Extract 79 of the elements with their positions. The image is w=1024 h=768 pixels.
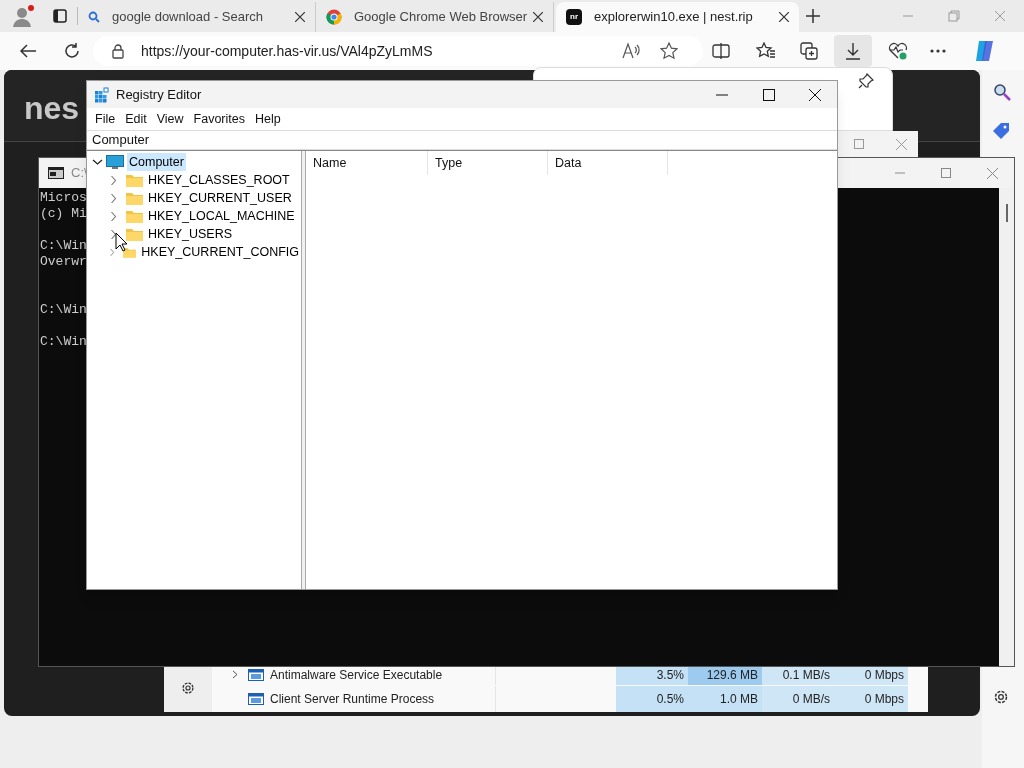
- star-icon[interactable]: [660, 42, 678, 60]
- table-cell-text: 1.0 MB: [720, 691, 758, 708]
- folder-icon: [126, 209, 143, 223]
- refresh-icon[interactable]: [63, 42, 81, 60]
- app-icon: [248, 668, 264, 681]
- search-icon[interactable]: [993, 83, 1011, 101]
- pin-icon[interactable]: [858, 73, 874, 89]
- site-icon: nr: [566, 9, 582, 25]
- lock-icon: [111, 43, 125, 59]
- table-cell-text: 0 Mbps: [864, 691, 904, 708]
- url-text: https://your-computer.has-vir.us/VAl4pZyLmMS: [141, 41, 433, 61]
- chrome-icon: [326, 9, 342, 25]
- tree-item[interactable]: HKEY_USERS: [146, 224, 235, 244]
- app-icon: [248, 693, 264, 705]
- maximize-icon[interactable]: [763, 88, 775, 101]
- process-name: Antimalware Service Executable: [270, 666, 443, 684]
- health-icon[interactable]: [888, 42, 908, 60]
- tree-item[interactable]: Computer: [127, 152, 186, 172]
- console-line: C:\Win: [40, 302, 87, 318]
- menu-item[interactable]: View: [152, 109, 188, 129]
- console-line: Overwr: [40, 254, 87, 270]
- settings-icon[interactable]: [180, 680, 196, 696]
- process-name: Client Server Runtime Process: [270, 691, 435, 708]
- profile-icon[interactable]: [11, 4, 35, 28]
- sidebar-toggle-icon[interactable]: [53, 9, 67, 23]
- folder-icon: [126, 227, 143, 241]
- split-screen-icon[interactable]: [712, 43, 730, 59]
- table-cell-text: 0.5%: [656, 691, 684, 708]
- tree-item[interactable]: HKEY_LOCAL_MACHINE: [146, 206, 297, 226]
- tree-item[interactable]: HKEY_CLASSES_ROOT: [146, 170, 292, 190]
- folder-icon: [126, 173, 143, 187]
- console-icon: [48, 167, 64, 179]
- read-aloud-icon[interactable]: [621, 42, 641, 60]
- settings-icon[interactable]: [992, 688, 1010, 706]
- collections-icon[interactable]: [800, 42, 818, 60]
- table-cell-text: 3.5%: [656, 666, 684, 684]
- console-line: C:\Win: [40, 238, 87, 254]
- console-line: (c) Mi: [40, 206, 87, 222]
- scrollbar-thumb[interactable]: [1005, 204, 1008, 222]
- menu-item[interactable]: Favorites: [189, 109, 249, 129]
- column-header[interactable]: Type: [428, 151, 548, 175]
- folder-icon: [126, 191, 143, 205]
- logo-text: nes: [24, 89, 80, 128]
- folder-icon: [123, 245, 137, 259]
- download-icon: [845, 42, 861, 60]
- chevron-right-icon: [232, 670, 238, 679]
- back-icon[interactable]: [19, 42, 37, 60]
- scrollbar[interactable]: [999, 188, 1014, 666]
- close-icon: [533, 12, 543, 22]
- close-icon[interactable]: [809, 88, 821, 101]
- close-icon: [295, 12, 305, 22]
- downloads-button[interactable]: [834, 35, 872, 67]
- close-icon: [779, 12, 789, 22]
- column-header[interactable]: Name: [306, 151, 428, 175]
- tag-icon[interactable]: [992, 122, 1010, 140]
- favorites-icon[interactable]: [756, 42, 776, 60]
- table-cell-text: 129.6 MB: [706, 666, 758, 684]
- new-tab-icon[interactable]: [805, 8, 821, 24]
- console-line: Micros: [40, 190, 87, 206]
- browser-tab[interactable]: nr explorerwin10.exe | nest.rip: [556, 2, 799, 32]
- chevron-down-icon[interactable]: [92, 157, 103, 167]
- tree-item[interactable]: HKEY_CURRENT_CONFIG: [139, 242, 301, 262]
- address-field[interactable]: Computer: [87, 130, 837, 150]
- registry-icon: [94, 86, 110, 103]
- menu-item[interactable]: Edit: [121, 109, 151, 129]
- table-cell-text: 0.1 MB/s: [782, 666, 830, 684]
- window-title: Registry Editor: [116, 85, 202, 104]
- monitor-icon: [106, 155, 124, 169]
- table-cell-text: 0 Mbps: [864, 666, 904, 684]
- column-header[interactable]: Data: [548, 151, 668, 175]
- address-bar[interactable]: https://your-computer.has-vir.us/VAl4pZyLmMS: [93, 36, 703, 66]
- console-line: C:\Win: [40, 334, 87, 350]
- mouse-cursor-icon: [115, 232, 128, 252]
- menu-item[interactable]: File: [91, 109, 120, 129]
- more-icon[interactable]: [930, 49, 946, 53]
- search-icon: [88, 11, 100, 23]
- menu-item[interactable]: Help: [251, 109, 285, 129]
- tree-item[interactable]: HKEY_CURRENT_USER: [146, 188, 294, 208]
- table-cell-text: 0 MB/s: [792, 691, 830, 708]
